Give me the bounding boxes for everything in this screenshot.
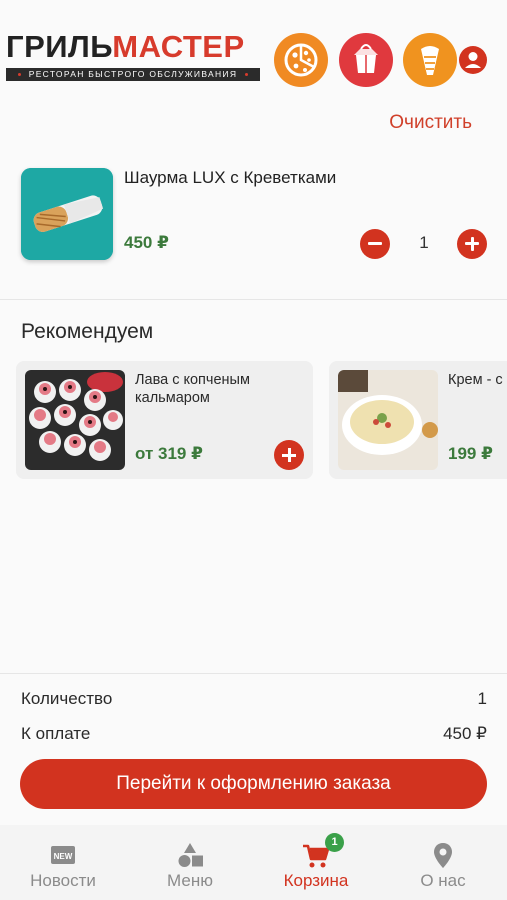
- recommend-item-image: [25, 370, 125, 470]
- summary-total-value: 450 ₽: [443, 724, 487, 743]
- divider: [0, 673, 507, 674]
- cart-item-image: [21, 168, 113, 260]
- decrease-quantity-button[interactable]: [360, 229, 390, 259]
- pizza-icon: [284, 43, 318, 77]
- nav-label-cart: Корзина: [283, 871, 349, 890]
- checkout-button[interactable]: Перейти к оформлению заказа: [20, 759, 487, 809]
- cart-item-name: Шаурма LUX с Креветками: [124, 168, 337, 187]
- recommend-item-name: Крем - с: [448, 372, 503, 388]
- header: ГРИЛЬМАСТЕР РЕСТОРАН БЫСТРОГО ОБСЛУЖИВАН…: [0, 0, 507, 100]
- recommend-item-image: [338, 370, 438, 470]
- summary-total-row: К оплате 450 ₽: [21, 724, 487, 744]
- summary-quantity-value: 1: [477, 689, 487, 708]
- category-shawarma-button[interactable]: [403, 33, 457, 87]
- increase-quantity-button[interactable]: [457, 229, 487, 259]
- cart-item-price: 450 ₽: [124, 233, 169, 252]
- logo-tagline: РЕСТОРАН БЫСТРОГО ОБСЛУЖИВАНИЯ: [6, 68, 260, 81]
- user-icon: [459, 46, 487, 74]
- add-recommend-button[interactable]: [274, 440, 304, 470]
- rolls-photo: [25, 370, 125, 470]
- nav-item-about[interactable]: О нас: [380, 825, 506, 900]
- profile-button[interactable]: [457, 44, 489, 76]
- logo[interactable]: ГРИЛЬМАСТЕР РЕСТОРАН БЫСТРОГО ОБСЛУЖИВАН…: [6, 30, 262, 86]
- nav-item-menu[interactable]: Меню: [127, 825, 253, 900]
- location-pin-icon: [434, 843, 452, 868]
- recommend-card[interactable]: Крем - с 199 ₽: [329, 361, 507, 479]
- svg-text:NEW: NEW: [54, 852, 73, 861]
- category-takeaway-button[interactable]: [339, 33, 393, 87]
- summary-quantity-row: Количество 1: [21, 689, 487, 709]
- nav-item-cart[interactable]: 1 Корзина: [253, 825, 379, 900]
- news-icon: NEW: [51, 846, 75, 864]
- cart-badge: 1: [325, 833, 344, 852]
- summary-total-label: К оплате: [21, 724, 91, 743]
- takeaway-box-icon: [354, 44, 378, 73]
- nav-label-menu: Меню: [167, 871, 213, 890]
- summary-quantity-label: Количество: [21, 689, 113, 708]
- recommend-title: Рекомендуем: [21, 320, 154, 343]
- divider: [0, 299, 507, 300]
- clear-cart-button[interactable]: Очистить: [389, 112, 472, 134]
- recommend-item-name: Лава с копченым кальмаром: [135, 372, 250, 406]
- nav-label-news: Новости: [30, 871, 96, 890]
- category-pizza-button[interactable]: [274, 33, 328, 87]
- shapes-icon: [178, 843, 203, 867]
- bottom-nav: NEW Новости Меню 1 Корзина О нас: [0, 825, 507, 900]
- shawarma-photo: [21, 168, 113, 260]
- nav-item-news[interactable]: NEW Новости: [0, 825, 126, 900]
- nav-label-about: О нас: [420, 871, 466, 890]
- cart-item: Шаурма LUX с Креветками 450 ₽ 1: [0, 165, 507, 265]
- logo-part2: МАСТЕР: [112, 29, 245, 64]
- cart-item-quantity: 1: [419, 233, 429, 252]
- logo-wordmark: ГРИЛЬМАСТЕР: [6, 30, 262, 64]
- recommend-card[interactable]: Лава с копченым кальмаром от 319 ₽: [16, 361, 313, 479]
- recommend-item-price: от 319 ₽: [135, 444, 203, 463]
- soup-photo: [338, 370, 438, 470]
- logo-part1: ГРИЛЬ: [6, 29, 113, 64]
- recommend-item-price: 199 ₽: [448, 444, 493, 463]
- shawarma-icon: [421, 46, 439, 75]
